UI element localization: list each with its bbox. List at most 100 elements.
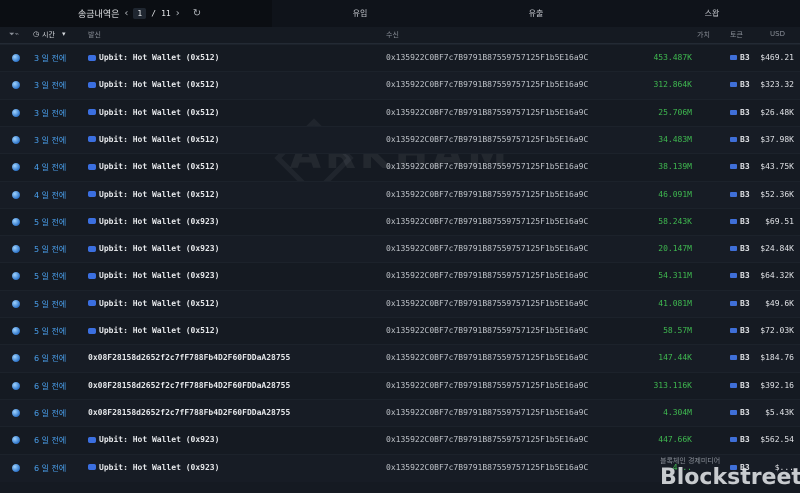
- row-from[interactable]: Upbit: Hot Wallet (0x923): [88, 463, 219, 472]
- row-token[interactable]: B3: [730, 162, 750, 171]
- row-from[interactable]: Upbit: Hot Wallet (0x923): [88, 271, 219, 280]
- row-time[interactable]: 6 일 전에: [34, 463, 66, 474]
- row-to[interactable]: 0x135922C0BF7c7B9791B87559757125F1b5E16a…: [386, 353, 588, 362]
- tab-inflow[interactable]: 유입: [272, 0, 448, 27]
- table-row[interactable]: 3 일 전에 Upbit: Hot Wallet (0x512) 0x135922C…: [0, 98, 800, 127]
- row-to[interactable]: 0x135922C0BF7c7B9791B87559757125F1b5E16a…: [386, 299, 588, 308]
- to-column-header[interactable]: 수신: [386, 30, 399, 40]
- table-row[interactable]: 6 일 전에 0x08F28158d2652f2c7fF788Fb4D2F60FD…: [0, 398, 800, 428]
- table-row[interactable]: 5 일 전에 Upbit: Hot Wallet (0x923) 0x135922C…: [0, 262, 800, 290]
- row-to[interactable]: 0x135922C0BF7c7B9791B87559757125F1b5E16a…: [386, 190, 588, 199]
- row-time[interactable]: 6 일 전에: [34, 435, 66, 446]
- row-to[interactable]: 0x135922C0BF7c7B9791B87559757125F1b5E16a…: [386, 108, 588, 117]
- row-to[interactable]: 0x135922C0BF7c7B9791B87559757125F1b5E16a…: [386, 435, 588, 444]
- row-token[interactable]: B3: [730, 271, 750, 280]
- row-to[interactable]: 0x135922C0BF7c7B9791B87559757125F1b5E16a…: [386, 53, 588, 62]
- row-time[interactable]: 5 일 전에: [34, 299, 66, 310]
- prev-page-icon[interactable]: ‹: [124, 8, 128, 19]
- table-row[interactable]: 5 일 전에 Upbit: Hot Wallet (0x923) 0x135922C…: [0, 207, 800, 236]
- row-token[interactable]: B3: [730, 135, 750, 144]
- row-from[interactable]: Upbit: Hot Wallet (0x512): [88, 53, 219, 62]
- row-to[interactable]: 0x135922C0BF7c7B9791B87559757125F1b5E16a…: [386, 80, 588, 89]
- row-time[interactable]: 6 일 전에: [34, 381, 66, 392]
- row-from[interactable]: 0x08F28158d2652f2c7fF788Fb4D2F60FDDaA287…: [88, 408, 290, 417]
- row-time[interactable]: 3 일 전에: [34, 80, 66, 91]
- row-token[interactable]: B3: [730, 53, 750, 62]
- row-from[interactable]: Upbit: Hot Wallet (0x512): [88, 326, 219, 335]
- row-to[interactable]: 0x135922C0BF7c7B9791B87559757125F1b5E16a…: [386, 217, 588, 226]
- chain-icon: [12, 217, 20, 226]
- row-from-label: Upbit: Hot Wallet (0x512): [99, 189, 220, 199]
- row-from[interactable]: Upbit: Hot Wallet (0x512): [88, 80, 219, 89]
- row-from[interactable]: Upbit: Hot Wallet (0x923): [88, 217, 219, 226]
- row-to[interactable]: 0x135922C0BF7c7B9791B87559757125F1b5E16a…: [386, 244, 588, 253]
- row-to[interactable]: 0x135922C0BF7c7B9791B87559757125F1b5E16a…: [386, 135, 588, 144]
- refresh-icon[interactable]: ↻: [193, 8, 201, 19]
- row-from[interactable]: Upbit: Hot Wallet (0x512): [88, 190, 219, 199]
- row-time[interactable]: 3 일 전에: [34, 135, 66, 146]
- upbit-logo-icon: [88, 163, 96, 170]
- row-from[interactable]: 0x08F28158d2652f2c7fF788Fb4D2F60FDDaA287…: [88, 381, 290, 390]
- time-column-header[interactable]: 시간: [42, 30, 55, 40]
- row-token[interactable]: B3: [730, 326, 750, 335]
- table-row[interactable]: 3 일 전에 Upbit: Hot Wallet (0x512) 0x135922C…: [0, 71, 800, 100]
- table-row[interactable]: 5 일 전에 Upbit: Hot Wallet (0x923) 0x135922C…: [0, 235, 800, 264]
- row-time[interactable]: 6 일 전에: [34, 408, 66, 419]
- row-time[interactable]: 5 일 전에: [34, 217, 66, 228]
- row-to[interactable]: 0x135922C0BF7c7B9791B87559757125F1b5E16a…: [386, 463, 588, 472]
- table-row[interactable]: 3 일 전에 Upbit: Hot Wallet (0x512) 0x135922C…: [0, 44, 800, 72]
- row-token-label: B3: [740, 244, 750, 254]
- row-token[interactable]: B3: [730, 381, 750, 390]
- row-token[interactable]: B3: [730, 435, 750, 444]
- row-from[interactable]: Upbit: Hot Wallet (0x923): [88, 244, 219, 253]
- table-row[interactable]: 4 일 전에 Upbit: Hot Wallet (0x512) 0x135922C…: [0, 153, 800, 181]
- current-page[interactable]: 1: [133, 8, 147, 19]
- row-time[interactable]: 5 일 전에: [34, 271, 66, 282]
- filter-icon[interactable]: ⏷⌁: [9, 30, 19, 39]
- row-time[interactable]: 3 일 전에: [34, 53, 66, 64]
- row-time[interactable]: 4 일 전에: [34, 190, 66, 201]
- tab-outflow[interactable]: 유출: [448, 0, 624, 27]
- row-token[interactable]: B3: [730, 217, 750, 226]
- token-column-header[interactable]: 토큰: [730, 30, 743, 40]
- chain-icon: [12, 190, 20, 199]
- row-token[interactable]: B3: [730, 244, 750, 253]
- row-value: 147.44K: [658, 353, 692, 363]
- table-row[interactable]: 6 일 전에 0x08F28158d2652f2c7fF788Fb4D2F60FD…: [0, 344, 800, 373]
- row-from[interactable]: Upbit: Hot Wallet (0x512): [88, 299, 219, 308]
- row-from[interactable]: Upbit: Hot Wallet (0x512): [88, 108, 219, 117]
- row-from[interactable]: Upbit: Hot Wallet (0x512): [88, 135, 219, 144]
- row-to[interactable]: 0x135922C0BF7c7B9791B87559757125F1b5E16a…: [386, 162, 588, 171]
- table-row[interactable]: 5 일 전에 Upbit: Hot Wallet (0x512) 0x135922C…: [0, 317, 800, 345]
- sort-down-icon[interactable]: ▾: [62, 30, 66, 38]
- table-row[interactable]: 4 일 전에 Upbit: Hot Wallet (0x512) 0x135922C…: [0, 180, 800, 209]
- next-page-icon[interactable]: ›: [176, 8, 180, 19]
- row-from[interactable]: Upbit: Hot Wallet (0x923): [88, 435, 219, 444]
- row-token[interactable]: B3: [730, 299, 750, 308]
- row-time[interactable]: 3 일 전에: [34, 108, 66, 119]
- row-token[interactable]: B3: [730, 80, 750, 89]
- row-token[interactable]: B3: [730, 190, 750, 199]
- row-value: 312.864K: [653, 80, 692, 90]
- row-to[interactable]: 0x135922C0BF7c7B9791B87559757125F1b5E16a…: [386, 381, 588, 390]
- from-column-header[interactable]: 발신: [88, 30, 101, 40]
- usd-column-header[interactable]: USD: [770, 30, 785, 38]
- table-row[interactable]: 6 일 전에 Upbit: Hot Wallet (0x923) 0x135922C…: [0, 426, 800, 454]
- table-row[interactable]: 5 일 전에 Upbit: Hot Wallet (0x512) 0x135922C…: [0, 289, 800, 318]
- row-time[interactable]: 6 일 전에: [34, 353, 66, 364]
- tab-swap[interactable]: 스왑: [624, 0, 800, 27]
- row-time[interactable]: 5 일 전에: [34, 244, 66, 255]
- value-column-header[interactable]: 가치: [697, 30, 710, 40]
- row-from[interactable]: 0x08F28158d2652f2c7fF788Fb4D2F60FDDaA287…: [88, 353, 290, 362]
- row-to[interactable]: 0x135922C0BF7c7B9791B87559757125F1b5E16a…: [386, 326, 588, 335]
- row-to[interactable]: 0x135922C0BF7c7B9791B87559757125F1b5E16a…: [386, 271, 588, 280]
- row-time[interactable]: 5 일 전에: [34, 326, 66, 337]
- row-to[interactable]: 0x135922C0BF7c7B9791B87559757125F1b5E16a…: [386, 408, 588, 417]
- table-row[interactable]: 3 일 전에 Upbit: Hot Wallet (0x512) 0x135922C…: [0, 125, 800, 155]
- row-time[interactable]: 4 일 전에: [34, 162, 66, 173]
- row-token[interactable]: B3: [730, 353, 750, 362]
- row-token[interactable]: B3: [730, 108, 750, 117]
- row-from[interactable]: Upbit: Hot Wallet (0x512): [88, 162, 219, 171]
- table-row[interactable]: 6 일 전에 0x08F28158d2652f2c7fF788Fb4D2F60FD…: [0, 371, 800, 400]
- row-token[interactable]: B3: [730, 408, 750, 417]
